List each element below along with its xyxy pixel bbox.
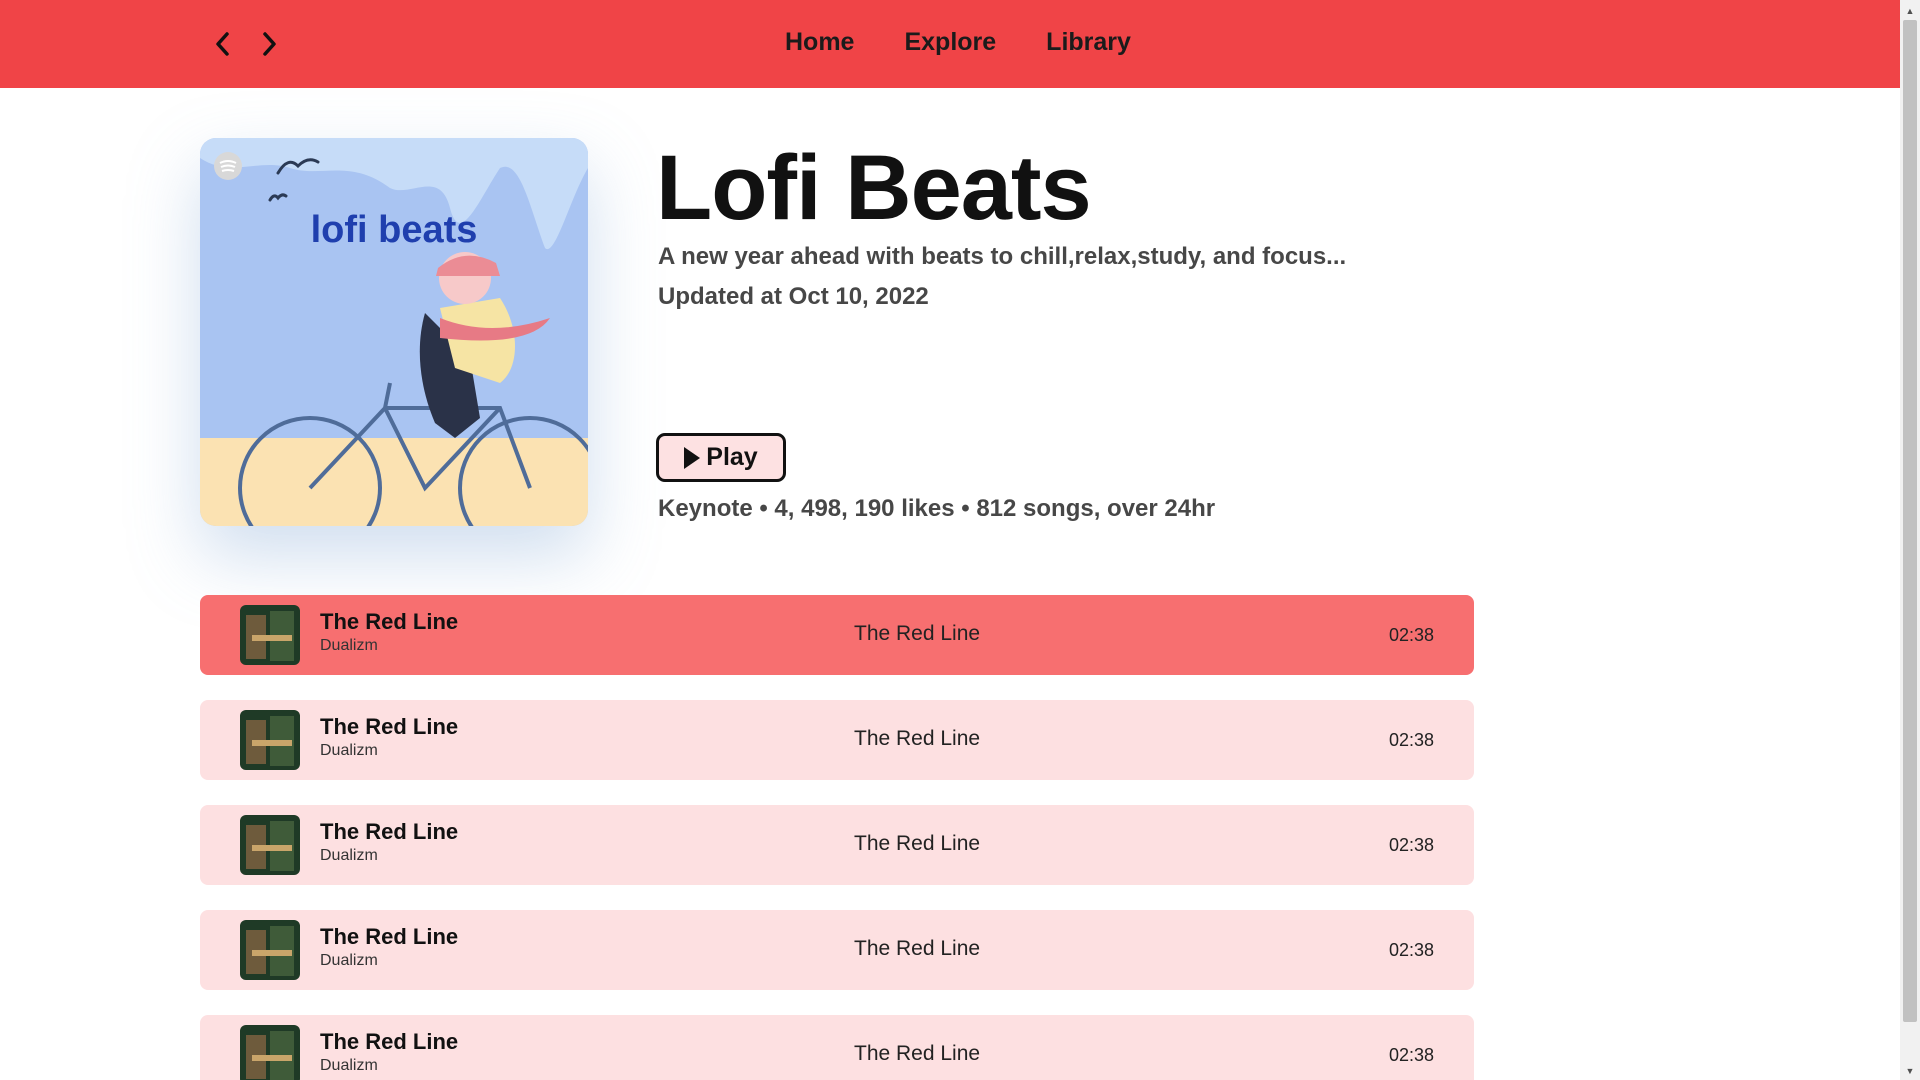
track-row[interactable]: The Red Line Dualizm The Red Line 02:38	[200, 805, 1474, 885]
track-title: The Red Line	[320, 714, 459, 739]
track-title: The Red Line	[320, 1029, 459, 1054]
track-title: The Red Line	[320, 609, 459, 634]
scrollbar-thumb[interactable]	[1903, 20, 1917, 1022]
track-title: The Red Line	[320, 819, 459, 844]
track-duration: 02:38	[1388, 835, 1434, 855]
track-cover-thumbnail	[240, 1025, 300, 1080]
play-button[interactable]: Play	[656, 433, 786, 482]
nav-explore-link[interactable]: Explore	[904, 28, 996, 57]
track-album[interactable]: The Red Line	[854, 937, 980, 961]
chevron-right-icon	[263, 32, 276, 56]
scroll-down-arrow-icon[interactable]: ▼	[1900, 1062, 1920, 1080]
track-duration: 02:38	[1388, 1045, 1434, 1065]
page-scrollbar[interactable]: ▲ ▼	[1900, 0, 1920, 1080]
track-duration: 02:38	[1388, 940, 1434, 960]
nav-library-link[interactable]: Library	[1046, 28, 1131, 57]
play-icon	[684, 446, 701, 469]
track-album[interactable]: The Red Line	[854, 622, 980, 646]
track-duration: 02:38	[1388, 730, 1434, 750]
playlist-stats: Keynote • 4, 498, 190 likes • 812 songs,…	[658, 495, 1216, 522]
track-row[interactable]: The Red Line Dualizm The Red Line 02:38	[200, 1015, 1474, 1080]
track-artist[interactable]: Dualizm	[320, 952, 378, 970]
playlist-updated-date: Updated at Oct 10, 2022	[658, 283, 929, 310]
forward-button[interactable]	[256, 26, 282, 62]
track-cover-thumbnail	[240, 605, 300, 665]
scroll-up-arrow-icon[interactable]: ▲	[1900, 2, 1920, 20]
track-artist[interactable]: Dualizm	[320, 742, 378, 760]
track-album[interactable]: The Red Line	[854, 832, 980, 856]
nav-home-link[interactable]: Home	[785, 28, 854, 57]
track-title: The Red Line	[320, 924, 459, 949]
track-artist[interactable]: Dualizm	[320, 1057, 378, 1075]
track-cover-thumbnail	[240, 710, 300, 770]
track-artist[interactable]: Dualizm	[320, 847, 378, 865]
play-button-label: Play	[706, 443, 758, 471]
main-nav-links: Home Explore Library	[785, 28, 1131, 57]
playlist-title: Lofi Beats	[656, 137, 1092, 239]
top-navbar: Home Explore Library	[0, 0, 1900, 88]
track-cover-thumbnail	[240, 815, 300, 875]
playlist-description: A new year ahead with beats to chill,rel…	[658, 243, 1347, 270]
history-nav	[210, 26, 282, 62]
playlist-cover-image: lofi beats	[200, 138, 588, 526]
back-button[interactable]	[210, 26, 236, 62]
track-list: The Red Line Dualizm The Red Line 02:38 …	[200, 595, 1474, 1080]
cover-title-text: lofi beats	[311, 209, 478, 251]
track-cover-thumbnail	[240, 920, 300, 980]
track-duration: 02:38	[1388, 625, 1434, 645]
track-row[interactable]: The Red Line Dualizm The Red Line 02:38	[200, 700, 1474, 780]
chevron-left-icon	[216, 32, 229, 56]
track-row[interactable]: The Red Line Dualizm The Red Line 02:38	[200, 595, 1474, 675]
track-album[interactable]: The Red Line	[854, 1042, 980, 1066]
track-album[interactable]: The Red Line	[854, 727, 980, 751]
track-artist[interactable]: Dualizm	[320, 637, 378, 655]
track-row[interactable]: The Red Line Dualizm The Red Line 02:38	[200, 910, 1474, 990]
